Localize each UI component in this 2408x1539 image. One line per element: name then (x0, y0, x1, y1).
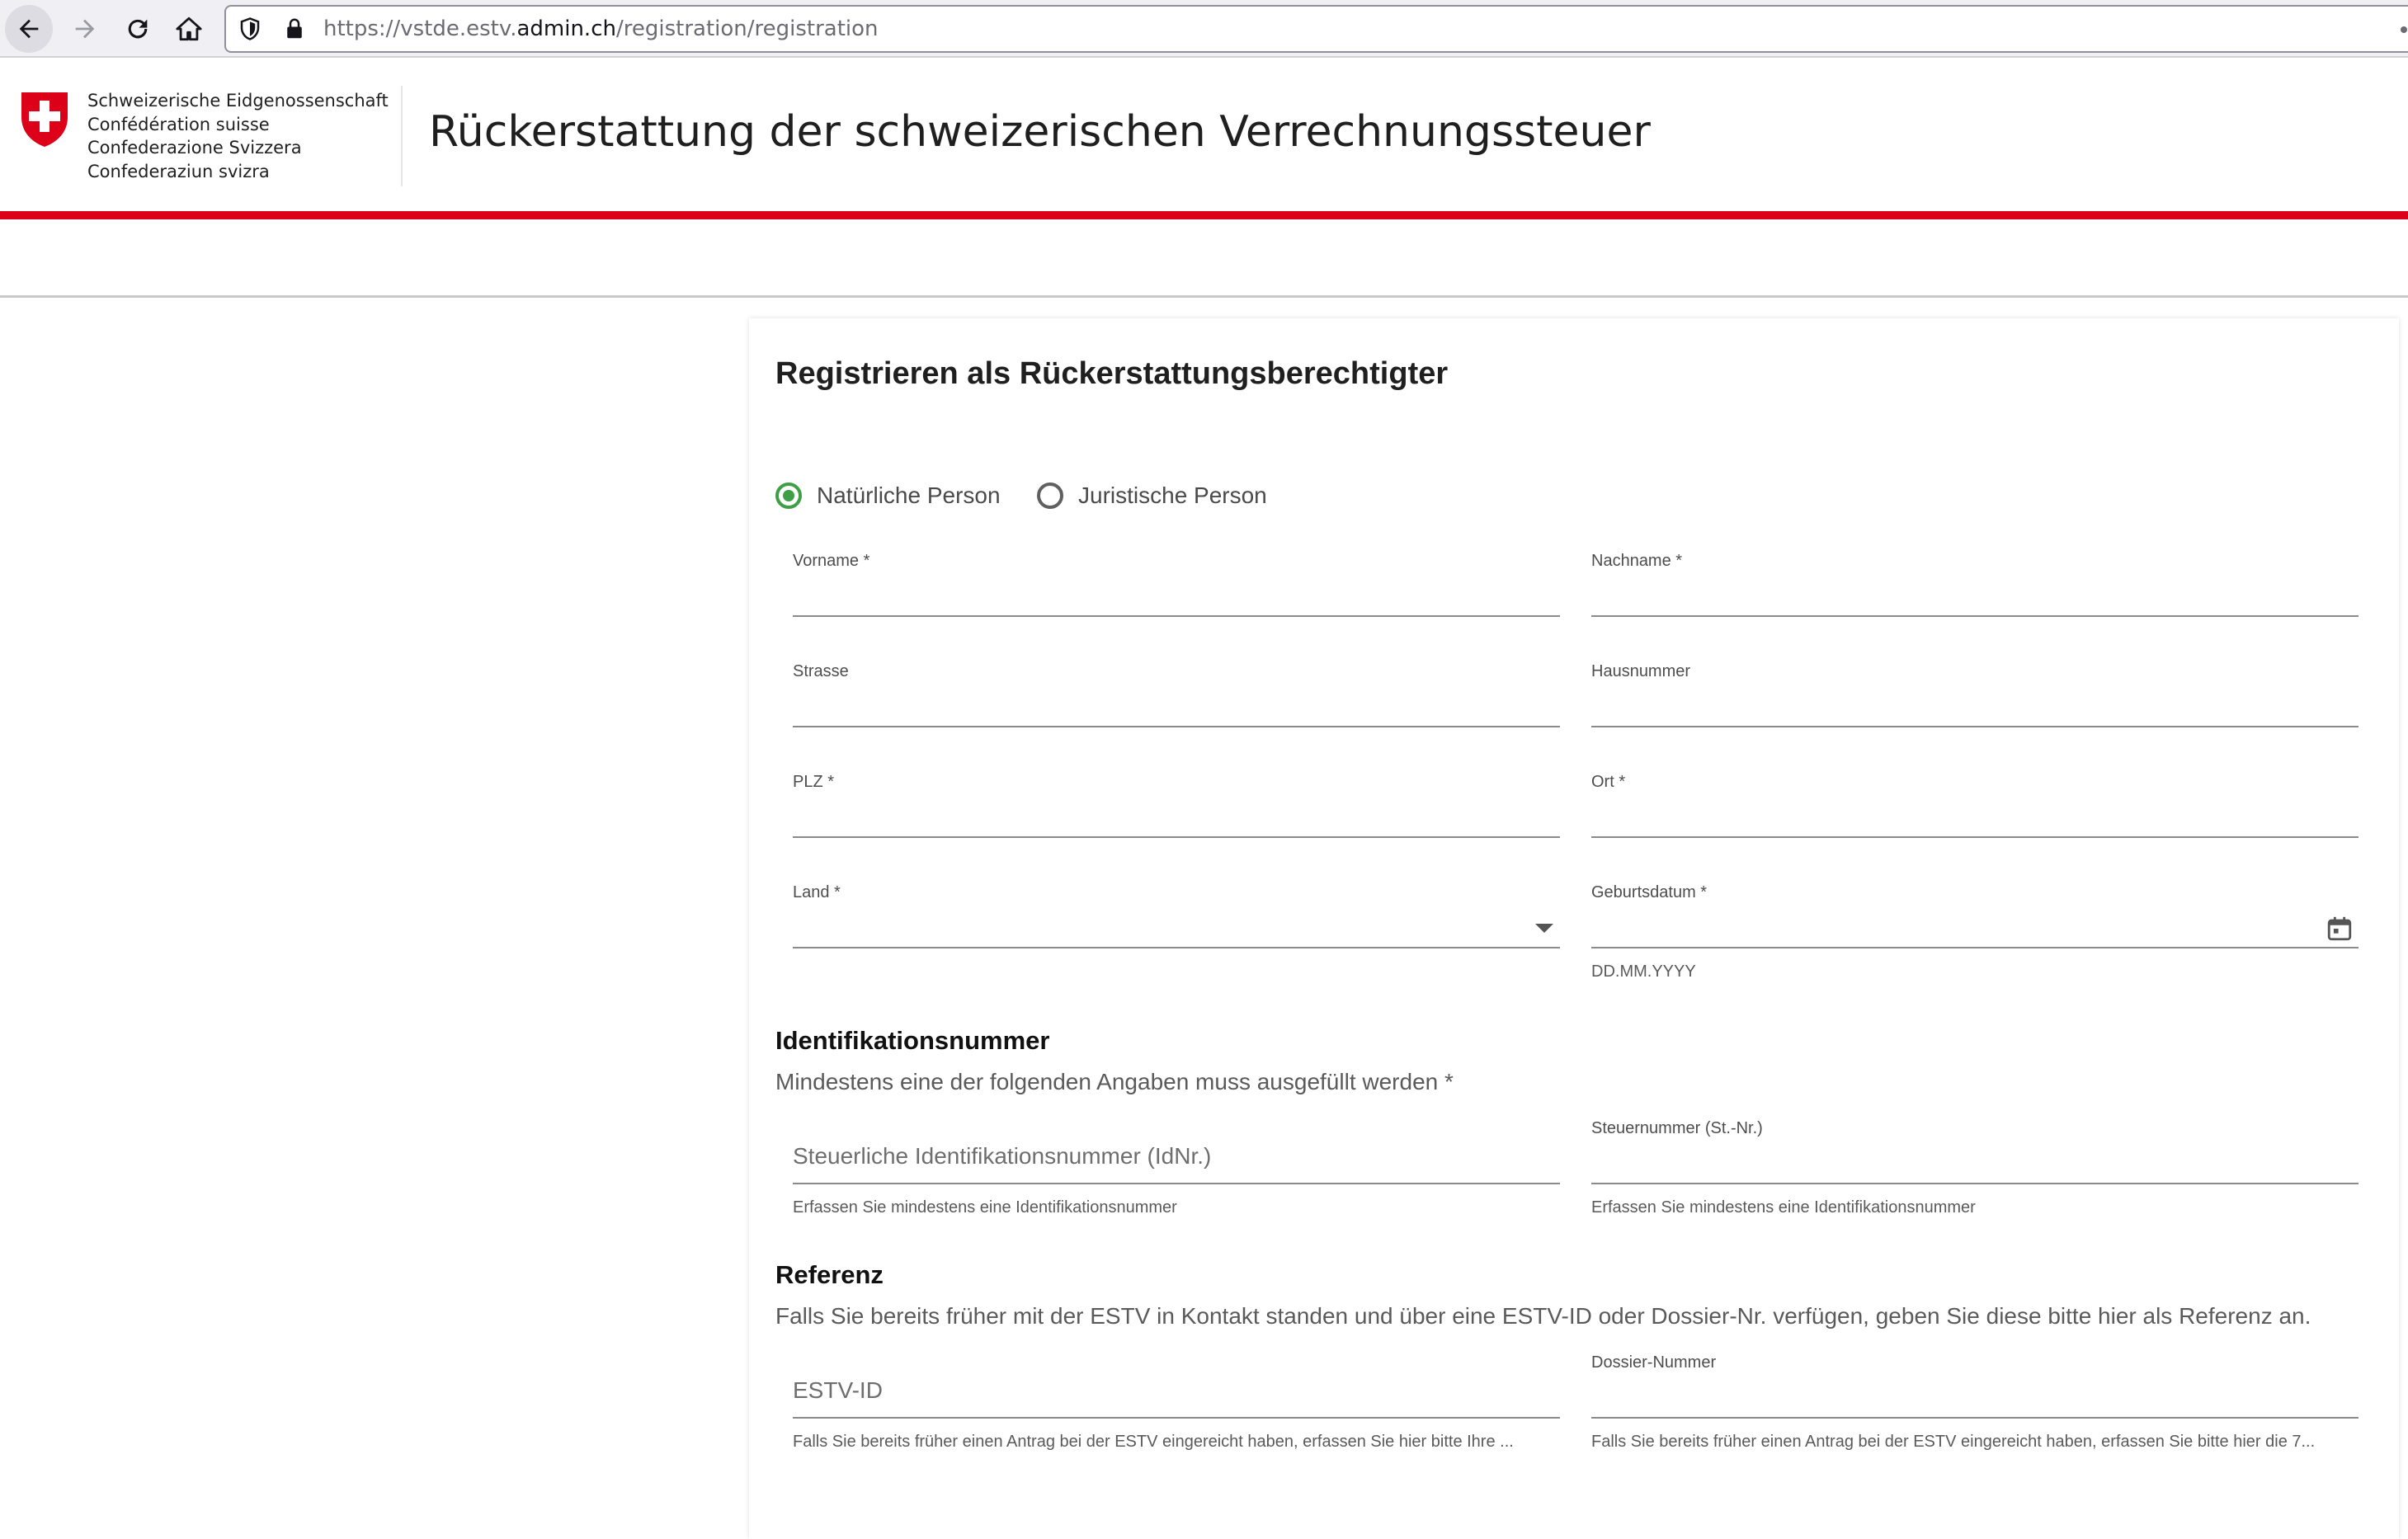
confed-name-rm: Confederaziun svizra (87, 161, 270, 181)
nachname-field[interactable]: Nachname * (1591, 551, 2359, 617)
land-label: Land * (793, 883, 841, 901)
header-red-bar (0, 211, 2408, 219)
lock-icon[interactable] (282, 16, 307, 41)
site-header: Schweizerische Eidgenossenschaft Confédé… (0, 58, 2408, 211)
url-path: /registration/registration (615, 16, 879, 41)
url-text[interactable]: https://vstde.estv.admin.ch/registration… (323, 15, 879, 43)
home-button[interactable] (165, 5, 213, 53)
strasse-input[interactable] (793, 689, 1560, 722)
strasse-underline (793, 726, 1560, 727)
idnr-hint: Erfassen Sie mindestens eine Identifikat… (793, 1198, 1177, 1217)
estv-id-hint: Falls Sie bereits früher einen Antrag be… (793, 1433, 1514, 1451)
geburtsdatum-field[interactable]: Geburtsdatum * DD.MM.YYYY (1591, 882, 2359, 981)
plz-underline (793, 836, 1560, 838)
vorname-field[interactable]: Vorname * (793, 551, 1560, 617)
hausnummer-label: Hausnummer (1591, 662, 1691, 680)
dropdown-arrow-icon[interactable] (1535, 924, 1553, 933)
navigation-strip (0, 219, 2408, 298)
hausnummer-field[interactable]: Hausnummer (1591, 661, 2359, 727)
radio-unchecked-icon (1037, 482, 1063, 509)
dossier-underline (1591, 1417, 2359, 1419)
reload-icon (128, 19, 148, 39)
hausnummer-input[interactable] (1591, 689, 2359, 722)
url-domain: admin.ch (516, 16, 616, 41)
dossier-field[interactable]: Dossier-Nummer Falls Sie bereits früher … (1591, 1353, 2359, 1451)
ort-input[interactable] (1591, 800, 2359, 833)
idnr-input[interactable] (793, 1140, 1560, 1173)
identification-subtitle: Mindestens eine der folgenden Angaben mu… (775, 1069, 1454, 1094)
geburtsdatum-input[interactable] (1591, 911, 2317, 944)
geburtsdatum-label: Geburtsdatum * (1591, 883, 1708, 901)
estv-id-input[interactable] (793, 1374, 1560, 1407)
dossier-hint: Falls Sie bereits früher einen Antrag be… (1591, 1433, 2316, 1451)
hausnummer-underline (1591, 726, 2359, 727)
site-title: Rückerstattung der schweizerischen Verre… (429, 107, 1651, 157)
arrow-left-icon (19, 19, 39, 39)
reload-button[interactable] (114, 5, 162, 53)
confed-name-de: Schweizerische Eidgenossenschaft (87, 91, 389, 111)
vorname-label: Vorname * (793, 552, 870, 570)
strasse-field[interactable]: Strasse (793, 661, 1560, 727)
browser-toolbar: https://vstde.estv.admin.ch/registration… (0, 0, 2408, 58)
back-button[interactable] (5, 5, 53, 53)
idnr-underline (793, 1183, 1560, 1184)
ort-label: Ort * (1591, 773, 1626, 791)
estv-id-field[interactable]: Falls Sie bereits früher einen Antrag be… (793, 1353, 1560, 1451)
reference-subtitle: Falls Sie bereits früher mit der ESTV in… (775, 1303, 2311, 1329)
dossier-input[interactable] (1591, 1381, 2359, 1414)
idnr-field[interactable]: Erfassen Sie mindestens eine Identifikat… (793, 1118, 1560, 1217)
land-select[interactable]: Land * (793, 882, 1560, 948)
stnr-label: Steuernummer (St.-Nr.) (1591, 1119, 1763, 1137)
url-prefix: https://vstde.estv. (323, 16, 517, 41)
nachname-label: Nachname * (1591, 552, 1683, 570)
stnr-underline (1591, 1183, 2359, 1184)
calendar-icon[interactable] (2326, 914, 2354, 944)
confed-name-fr: Confédération suisse (87, 114, 270, 134)
radio-legal-person-label: Juristische Person (1078, 482, 1267, 508)
vorname-underline (793, 615, 1560, 617)
shield-icon[interactable] (238, 16, 262, 41)
confed-name-it: Confederazione Svizzera (87, 138, 302, 158)
page-actions-dot[interactable] (2401, 26, 2407, 33)
ort-underline (1591, 836, 2359, 838)
geburtsdatum-underline (1591, 947, 2359, 948)
ort-field[interactable]: Ort * (1591, 772, 2359, 838)
forward-button[interactable] (61, 5, 109, 53)
radio-natural-person[interactable]: Natürliche Person (775, 477, 1001, 515)
geburtsdatum-hint: DD.MM.YYYY (1591, 962, 1696, 981)
header-divider (401, 86, 403, 186)
radio-natural-person-label: Natürliche Person (817, 482, 1001, 508)
home-icon (176, 16, 202, 41)
vorname-input[interactable] (793, 579, 1560, 612)
radio-legal-person[interactable]: Juristische Person (1037, 477, 1267, 515)
estv-id-underline (793, 1417, 1560, 1419)
swiss-coat-of-arms-icon (21, 92, 68, 147)
nachname-input[interactable] (1591, 579, 2359, 612)
address-bar[interactable]: https://vstde.estv.admin.ch/registration… (224, 5, 2408, 53)
reference-heading: Referenz (775, 1260, 884, 1289)
plz-label: PLZ * (793, 773, 835, 791)
stnr-hint: Erfassen Sie mindestens eine Identifikat… (1591, 1198, 1976, 1217)
stnr-field[interactable]: Steuernummer (St.-Nr.) Erfassen Sie mind… (1591, 1118, 2359, 1217)
land-underline (793, 947, 1560, 948)
radio-checked-icon (775, 482, 802, 509)
confederation-names: Schweizerische Eidgenossenschaft Confédé… (87, 89, 389, 183)
page-title: Registrieren als Rückerstattungsberechti… (775, 356, 1449, 391)
plz-field[interactable]: PLZ * (793, 772, 1560, 838)
plz-input[interactable] (793, 800, 1560, 833)
dossier-label: Dossier-Nummer (1591, 1353, 1717, 1372)
arrow-right-icon (75, 19, 95, 39)
nachname-underline (1591, 615, 2359, 617)
identification-heading: Identifikationsnummer (775, 1026, 1050, 1055)
strasse-label: Strasse (793, 662, 849, 680)
stnr-input[interactable] (1591, 1146, 2359, 1179)
